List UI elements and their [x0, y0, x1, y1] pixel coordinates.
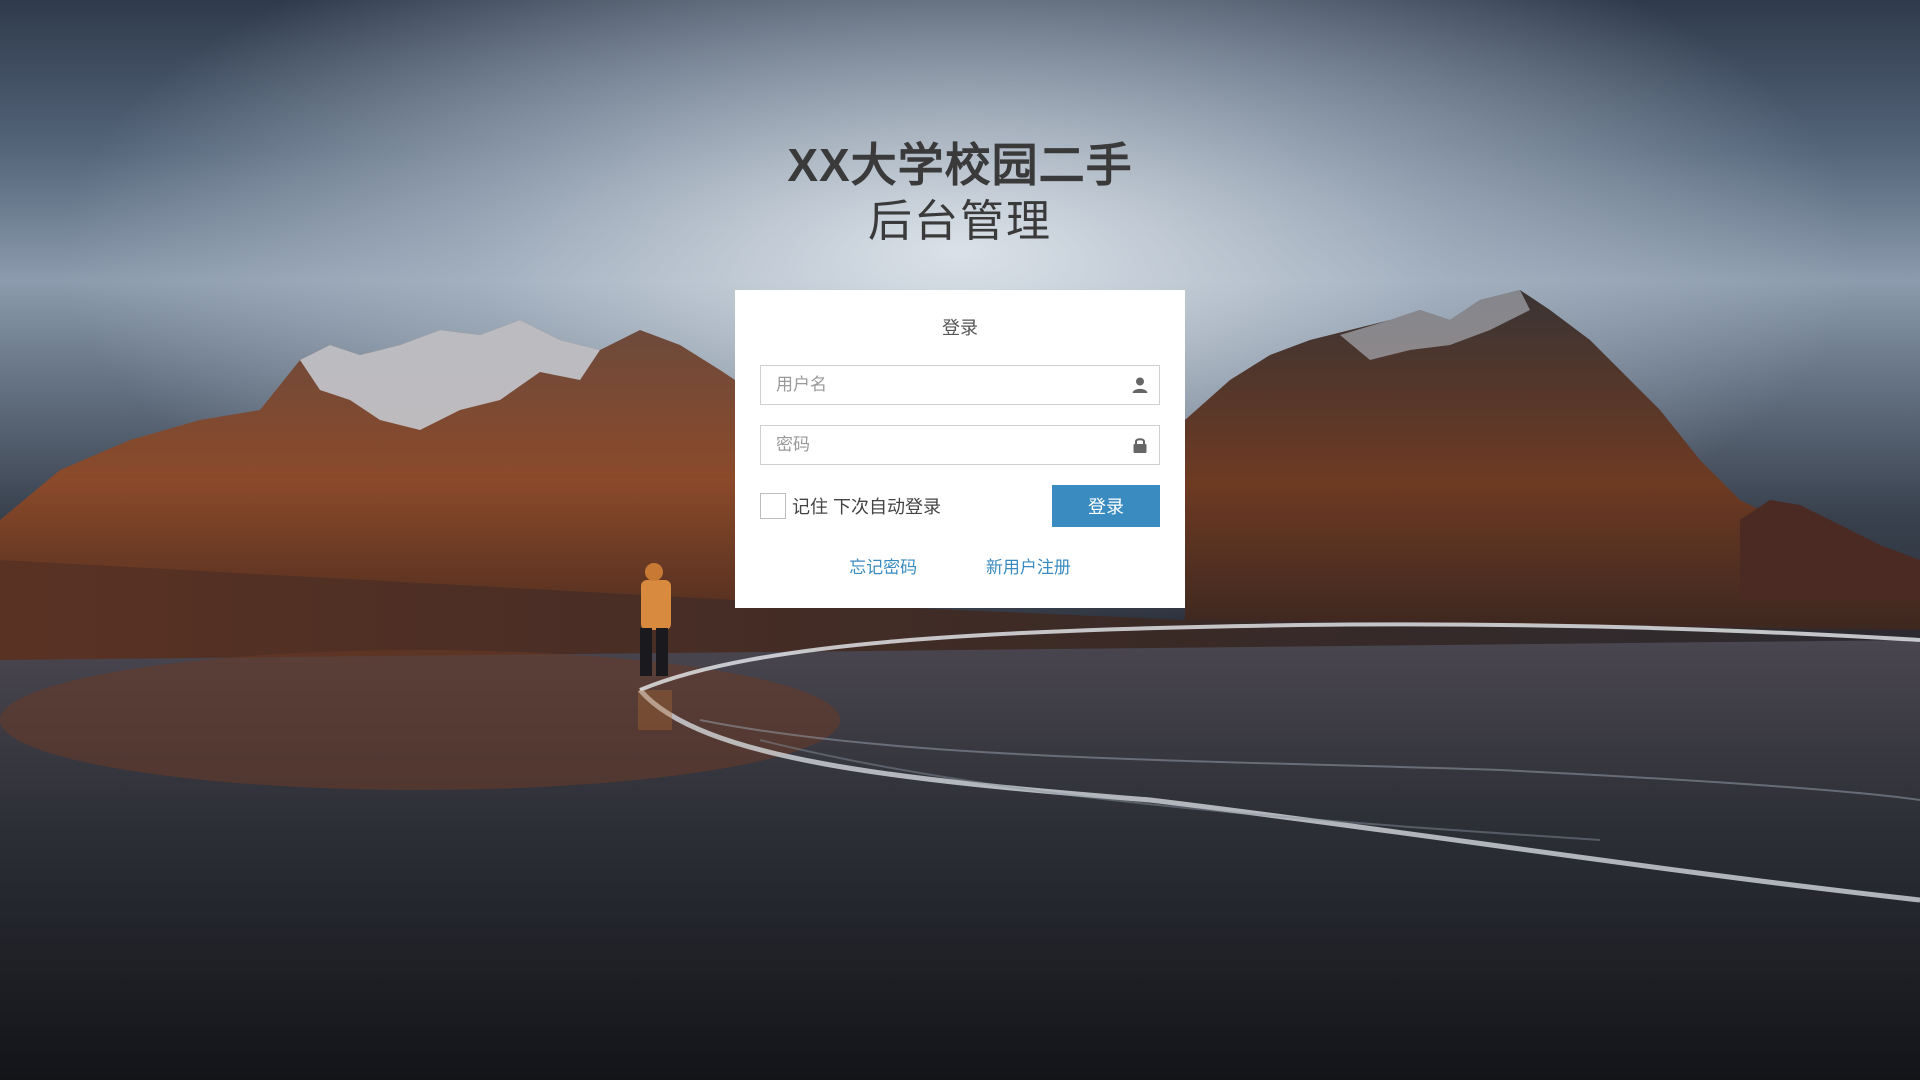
- password-input[interactable]: [761, 426, 1159, 464]
- title-block: XX大学校园二手 后台管理: [0, 137, 1920, 251]
- login-card: 登录 记住 下次自动登录 登录 忘记密码 新用户注册: [735, 290, 1185, 608]
- username-input[interactable]: [761, 366, 1159, 404]
- login-actions-row: 记住 下次自动登录 登录: [760, 485, 1160, 527]
- username-field[interactable]: [760, 365, 1160, 405]
- login-card-title: 登录: [942, 318, 978, 338]
- remember-label: 记住 下次自动登录: [792, 497, 942, 517]
- forgot-password-link[interactable]: 忘记密码: [849, 558, 917, 577]
- lock-icon: [1131, 436, 1149, 454]
- password-field[interactable]: [760, 425, 1160, 465]
- user-icon: [1131, 376, 1149, 394]
- remember-me[interactable]: 记住 下次自动登录: [760, 493, 941, 519]
- page-title: XX大学校园二手: [787, 139, 1133, 191]
- register-link[interactable]: 新用户注册: [986, 558, 1071, 577]
- login-button[interactable]: 登录: [1052, 485, 1160, 527]
- remember-checkbox[interactable]: [760, 493, 786, 519]
- page-subtitle: 后台管理: [868, 197, 1052, 246]
- auth-links: 忘记密码 新用户注册: [760, 553, 1160, 578]
